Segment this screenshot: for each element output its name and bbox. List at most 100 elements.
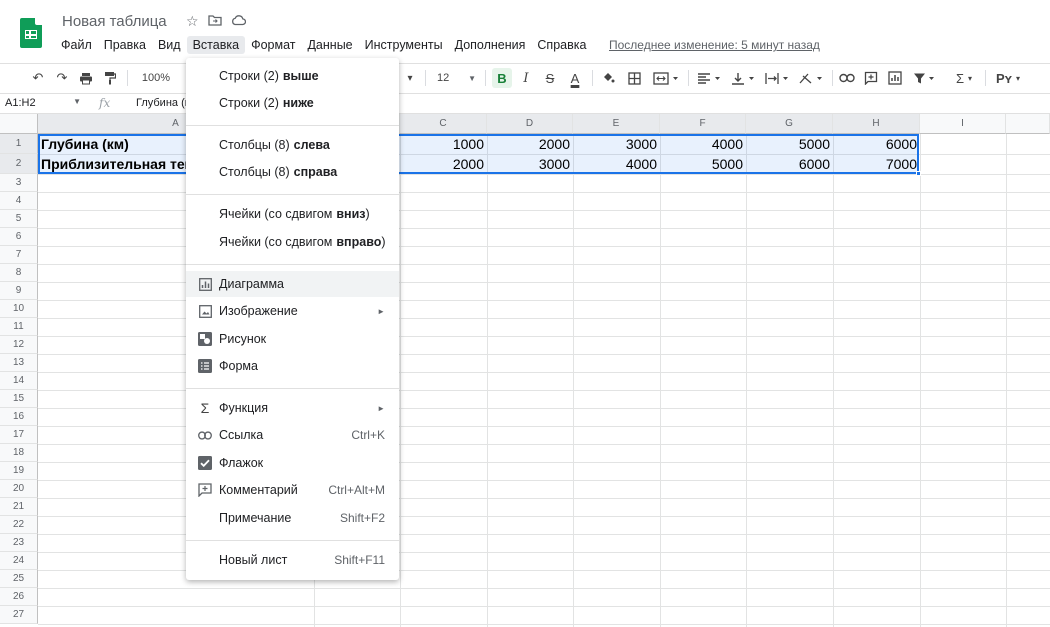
text-color-icon[interactable]: A	[566, 68, 584, 88]
row-header-16[interactable]: 16	[0, 408, 38, 426]
insert-cells-shift-right[interactable]: Ячейки (со сдвигом вправо)	[186, 229, 399, 255]
menu-format[interactable]: Формат	[245, 36, 301, 54]
insert-columns-right[interactable]: Столбцы (8) справа	[186, 159, 399, 185]
insert-function[interactable]: Σ Функция ►	[186, 395, 399, 421]
cell-h1[interactable]: 6000	[833, 134, 920, 154]
row-header-25[interactable]: 25	[0, 570, 38, 588]
row-header-15[interactable]: 15	[0, 390, 38, 408]
paint-format-icon[interactable]	[102, 68, 118, 88]
row-header-21[interactable]: 21	[0, 498, 38, 516]
insert-chart-icon[interactable]	[886, 68, 904, 88]
row-header-20[interactable]: 20	[0, 480, 38, 498]
insert-rows-below[interactable]: Строки (2) ниже	[186, 90, 399, 116]
column-header-g[interactable]: G	[746, 114, 833, 134]
menu-help[interactable]: Справка	[531, 36, 592, 54]
cell-d2[interactable]: 3000	[487, 154, 573, 174]
insert-new-sheet[interactable]: Новый лист Shift+F11	[186, 547, 399, 573]
cell-e1[interactable]: 3000	[573, 134, 660, 154]
cell-g2[interactable]: 6000	[746, 154, 833, 174]
row-header-2[interactable]: 2	[0, 154, 38, 174]
column-header-e[interactable]: E	[573, 114, 660, 134]
insert-form[interactable]: Форма	[186, 353, 399, 379]
row-header-7[interactable]: 7	[0, 246, 38, 264]
cell-h2[interactable]: 7000	[833, 154, 920, 174]
undo-icon[interactable]: ↶	[30, 68, 46, 88]
column-header-blank[interactable]	[1006, 114, 1050, 134]
cell-g1[interactable]: 5000	[746, 134, 833, 154]
insert-link[interactable]: Ссылка Ctrl+K	[186, 422, 399, 448]
insert-rows-above[interactable]: Строки (2) выше	[186, 63, 399, 89]
menu-data[interactable]: Данные	[301, 36, 358, 54]
fill-color-icon[interactable]	[600, 68, 616, 88]
row-header-18[interactable]: 18	[0, 444, 38, 462]
insert-checkbox[interactable]: Флажок	[186, 450, 399, 476]
row-header-9[interactable]: 9	[0, 282, 38, 300]
row-header-24[interactable]: 24	[0, 552, 38, 570]
redo-icon[interactable]: ↷	[54, 68, 70, 88]
row-header-26[interactable]: 26	[0, 588, 38, 606]
row-header-8[interactable]: 8	[0, 264, 38, 282]
menu-addons[interactable]: Дополнения	[449, 36, 532, 54]
more-formats-icon[interactable]: ▾	[404, 68, 416, 88]
move-folder-icon[interactable]	[207, 13, 222, 30]
vertical-align-icon[interactable]	[730, 68, 758, 88]
row-header-11[interactable]: 11	[0, 318, 38, 336]
name-box[interactable]: A1:H2 ▼	[5, 97, 83, 109]
insert-link-icon[interactable]	[838, 68, 856, 88]
horizontal-align-icon[interactable]	[696, 68, 724, 88]
cell-c1[interactable]: 1000	[400, 134, 487, 154]
row-header-17[interactable]: 17	[0, 426, 38, 444]
row-header-1[interactable]: 1	[0, 134, 38, 154]
cloud-status-icon[interactable]	[231, 13, 246, 30]
text-wrapping-icon[interactable]	[764, 68, 792, 88]
column-header-i[interactable]: I	[920, 114, 1006, 134]
cell-f2[interactable]: 5000	[660, 154, 746, 174]
cell-f1[interactable]: 4000	[660, 134, 746, 154]
bold-icon[interactable]: B	[492, 68, 512, 88]
insert-image[interactable]: Изображение ►	[186, 298, 399, 324]
menu-tools[interactable]: Инструменты	[359, 36, 449, 54]
insert-columns-left[interactable]: Столбцы (8) слева	[186, 132, 399, 158]
row-header-3[interactable]: 3	[0, 174, 38, 192]
insert-cells-shift-down[interactable]: Ячейки (со сдвигом вниз)	[186, 201, 399, 227]
column-header-c[interactable]: C	[400, 114, 487, 134]
select-all-corner[interactable]	[0, 114, 38, 134]
text-rotation-icon[interactable]	[798, 68, 826, 88]
sheets-logo-icon[interactable]	[20, 18, 42, 48]
print-icon[interactable]	[78, 68, 94, 88]
menu-insert[interactable]: Вставка	[186, 36, 246, 54]
column-header-d[interactable]: D	[487, 114, 573, 134]
row-header-19[interactable]: 19	[0, 462, 38, 480]
star-icon[interactable]: ☆	[186, 13, 199, 30]
spreadsheet-grid[interactable]: A B C D E F G H I 1234567891011121314151…	[0, 114, 1050, 627]
font-size-select[interactable]: 12 ▼	[432, 68, 476, 88]
insert-drawing[interactable]: Рисунок	[186, 326, 399, 352]
menu-view[interactable]: Вид	[152, 36, 187, 54]
insert-comment[interactable]: Комментарий Ctrl+Alt+M	[186, 477, 399, 503]
row-header-23[interactable]: 23	[0, 534, 38, 552]
borders-icon[interactable]	[626, 68, 642, 88]
row-header-14[interactable]: 14	[0, 372, 38, 390]
insert-chart[interactable]: Диаграмма	[186, 271, 399, 297]
insert-comment-icon[interactable]	[862, 68, 880, 88]
menu-edit[interactable]: Правка	[98, 36, 152, 54]
column-header-h[interactable]: H	[833, 114, 920, 134]
merge-cells-icon[interactable]	[652, 68, 680, 88]
cell-c2[interactable]: 2000	[400, 154, 487, 174]
formula-input[interactable]: Глубина (к	[136, 97, 190, 109]
cell-e2[interactable]: 4000	[573, 154, 660, 174]
row-header-27[interactable]: 27	[0, 606, 38, 624]
filter-icon[interactable]	[912, 68, 938, 88]
row-header-12[interactable]: 12	[0, 336, 38, 354]
row-header-6[interactable]: 6	[0, 228, 38, 246]
italic-icon[interactable]: I	[518, 68, 534, 88]
insert-note[interactable]: Примечание Shift+F2	[186, 505, 399, 531]
strikethrough-icon[interactable]: S	[542, 68, 558, 88]
row-header-4[interactable]: 4	[0, 192, 38, 210]
document-title[interactable]: Новая таблица	[62, 13, 167, 30]
functions-icon[interactable]: Σ ▾	[950, 68, 978, 88]
input-tools-icon[interactable]: Pʏ ▾	[992, 68, 1024, 88]
row-header-5[interactable]: 5	[0, 210, 38, 228]
row-header-10[interactable]: 10	[0, 300, 38, 318]
column-header-f[interactable]: F	[660, 114, 746, 134]
